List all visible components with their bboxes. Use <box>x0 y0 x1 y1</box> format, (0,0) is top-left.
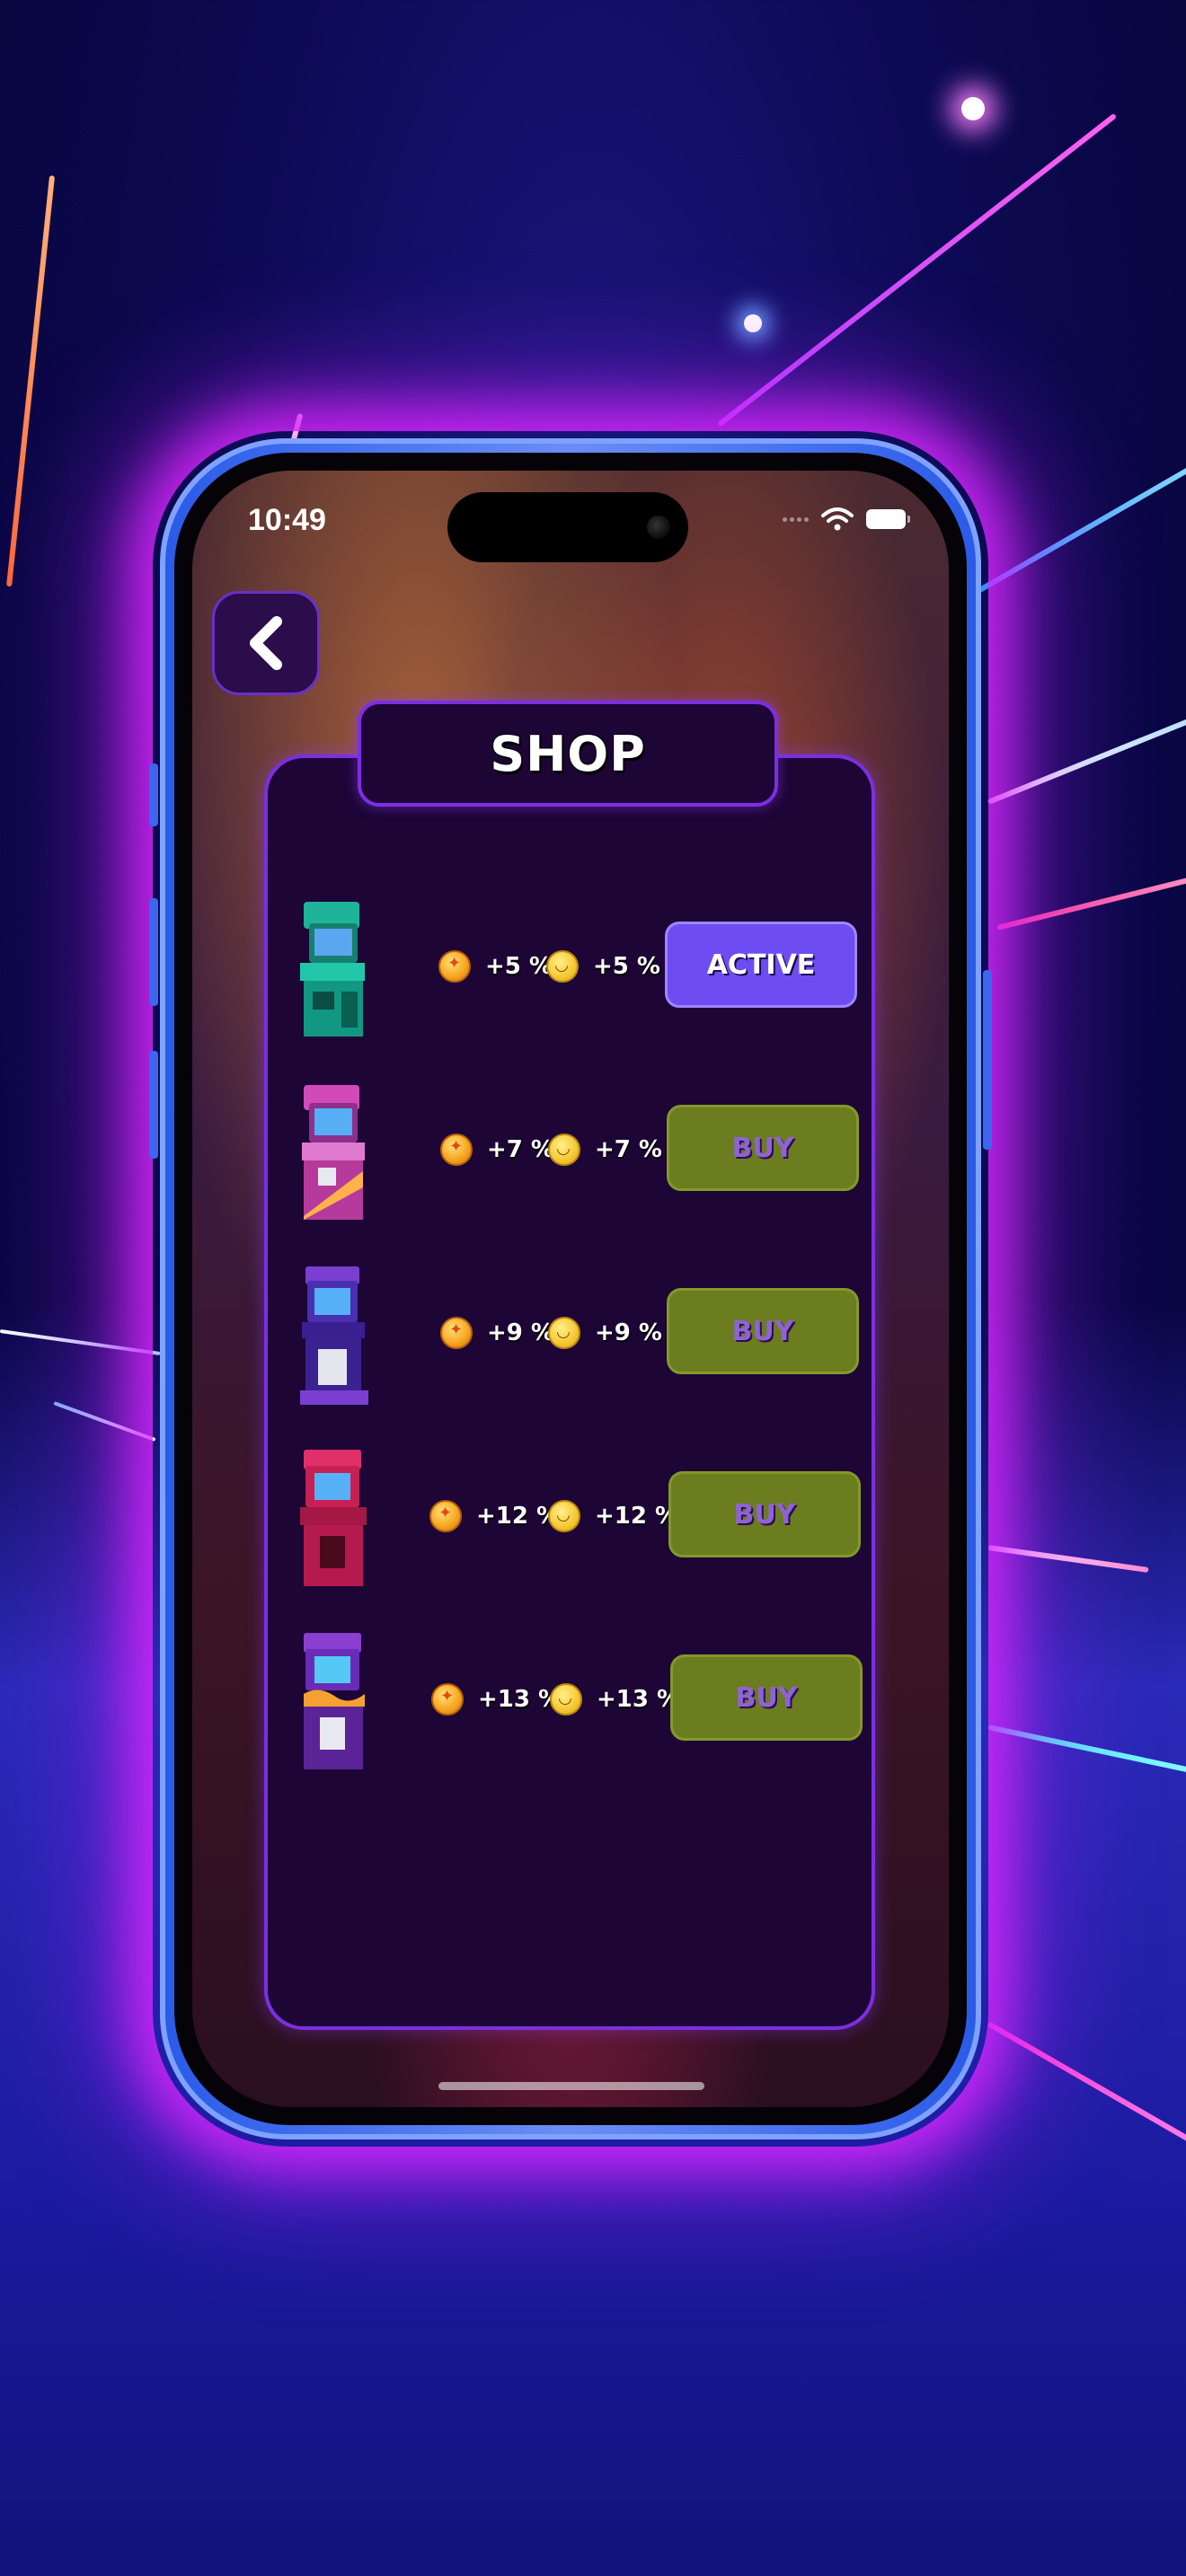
coin-bonus-value: +5 % <box>485 953 553 980</box>
back-button[interactable] <box>212 591 320 695</box>
smile-bonus: +13 % <box>550 1683 680 1716</box>
coin-bonus: +9 % <box>440 1317 554 1349</box>
smile-bonus-value: +5 % <box>593 953 660 980</box>
home-indicator[interactable] <box>438 2082 704 2090</box>
coin-bonus: +7 % <box>440 1134 554 1166</box>
phone-side-button <box>149 763 158 826</box>
camera-icon <box>647 516 670 539</box>
coin-bonus: +13 % <box>431 1683 562 1716</box>
arcade-machine-icon <box>300 902 365 1037</box>
coin-bonus: +5 % <box>438 950 553 983</box>
arcade-machine-icon <box>300 1450 367 1586</box>
coin-bonus-value: +9 % <box>487 1319 554 1346</box>
phone-side-button <box>149 898 158 1006</box>
smiley-icon <box>548 1500 580 1532</box>
coin-icon <box>431 1683 464 1716</box>
arcade-machine-icon <box>304 1633 365 1769</box>
neon-streak <box>987 698 1186 805</box>
neon-streak <box>969 449 1186 598</box>
smiley-icon <box>546 950 579 983</box>
shop-item: +9 % +9 % BUY <box>192 1265 949 1417</box>
wifi-icon <box>821 507 854 531</box>
active-button[interactable]: ACTIVE <box>665 922 857 1008</box>
page-title: SHOP <box>490 725 646 782</box>
smile-bonus: +12 % <box>548 1500 678 1532</box>
light-flare <box>744 314 762 332</box>
coin-icon <box>440 1317 473 1349</box>
battery-icon <box>866 509 910 529</box>
smile-bonus: +9 % <box>548 1317 662 1349</box>
neon-streak <box>717 112 1118 428</box>
arcade-machine-icon <box>302 1085 365 1220</box>
signal-icon <box>783 516 809 522</box>
phone-side-button <box>149 1051 158 1159</box>
shop-item: +7 % +7 % BUY <box>192 1081 949 1234</box>
buy-button[interactable]: BUY <box>667 1105 859 1191</box>
coin-bonus: +12 % <box>429 1500 560 1532</box>
coin-bonus-value: +7 % <box>487 1136 554 1163</box>
chevron-left-icon <box>250 616 282 670</box>
smiley-icon <box>548 1134 580 1166</box>
app-screen: 10:49 SHOP +5 % <box>192 471 949 2107</box>
coin-icon <box>429 1500 462 1532</box>
phone-side-button <box>983 970 992 1150</box>
shop-item: +12 % +12 % BUY <box>192 1448 949 1601</box>
status-time: 10:49 <box>248 503 326 537</box>
title-plate: SHOP <box>358 701 778 807</box>
smiley-icon <box>550 1683 582 1716</box>
smile-bonus-value: +9 % <box>595 1319 662 1346</box>
coin-icon <box>438 950 471 983</box>
buy-button[interactable]: BUY <box>670 1654 863 1741</box>
light-flare <box>961 97 985 120</box>
smiley-icon <box>548 1317 580 1349</box>
shop-item: +5 % +5 % ACTIVE <box>192 898 949 1051</box>
status-icons <box>783 507 910 532</box>
coin-icon <box>440 1134 473 1166</box>
buy-button[interactable]: BUY <box>667 1288 859 1374</box>
smile-bonus-value: +7 % <box>595 1136 662 1163</box>
smile-bonus-value: +12 % <box>595 1503 679 1530</box>
smile-bonus: +7 % <box>548 1134 662 1166</box>
arcade-machine-icon <box>300 1266 368 1405</box>
dynamic-island <box>447 492 688 562</box>
smile-bonus-value: +13 % <box>597 1686 681 1713</box>
neon-streak <box>6 175 56 587</box>
shop-item: +13 % +13 % BUY <box>192 1631 949 1784</box>
buy-button[interactable]: BUY <box>668 1471 861 1557</box>
smile-bonus: +5 % <box>546 950 660 983</box>
neon-streak <box>996 869 1186 931</box>
